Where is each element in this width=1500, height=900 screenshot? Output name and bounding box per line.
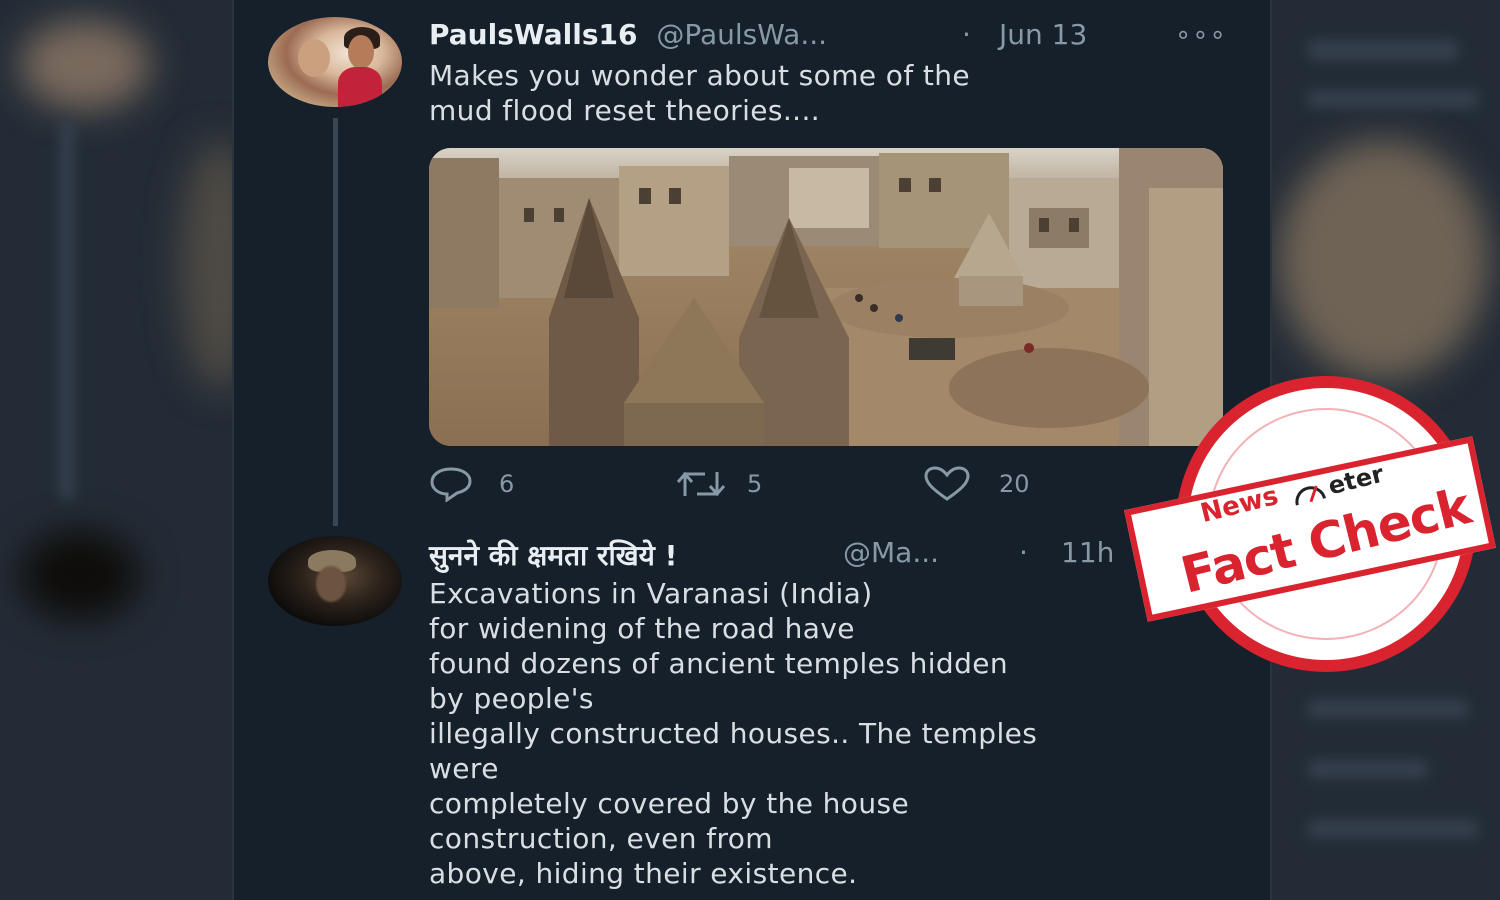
avatar-clothing xyxy=(338,67,382,107)
tweet-text-line: Makes you wonder about some of the xyxy=(429,59,971,92)
blurred-image xyxy=(1278,140,1488,380)
display-name[interactable]: सुनने की क्षमता रखिये ! xyxy=(429,539,677,572)
tweet-text-line: illegally constructed houses.. The templ… xyxy=(429,717,1038,750)
tweet-text-line: above, hiding their existence. xyxy=(429,857,858,890)
heart-icon xyxy=(924,466,970,501)
avatar[interactable] xyxy=(268,536,402,626)
reply-icon xyxy=(430,467,472,502)
tweet-text: Excavations in Varanasi (India) for wide… xyxy=(429,576,1037,891)
tweet-text-line: Excavations in Varanasi (India) xyxy=(429,577,873,610)
tweet-image[interactable] xyxy=(429,148,1223,446)
tweet-text-line: mud flood reset theories.... xyxy=(429,94,821,127)
like-count: 20 xyxy=(999,470,1030,498)
background-left xyxy=(0,0,232,900)
avatar-person xyxy=(298,39,330,77)
avatar-person xyxy=(348,35,374,69)
avatar-person xyxy=(316,566,346,602)
display-name[interactable]: PaulsWalls16 xyxy=(429,18,637,51)
tweet-header: PaulsWalls16 @PaulsWa... · Jun 13 ∘∘∘ xyxy=(429,18,1229,58)
temples-excavation-photo xyxy=(429,148,1223,446)
tweet-text-line: by people's xyxy=(429,682,594,715)
blurred-text xyxy=(1308,90,1478,108)
tweet-actions: 6 5 20 xyxy=(429,462,1229,506)
tweet-text-line: for widening of the road have xyxy=(429,612,855,645)
tweet-text-line: found dozens of ancient temples hidden xyxy=(429,647,1009,680)
tweet-text: Makes you wonder about some of the mud f… xyxy=(429,58,970,128)
tweet-header: सुनने की क्षमता रखिये ! @Ma... · 11h xyxy=(429,536,1229,576)
separator: · xyxy=(1019,536,1028,569)
tweet-date[interactable]: 11h xyxy=(1061,536,1114,569)
separator: · xyxy=(962,18,971,51)
tweet-text-line: construction, even from xyxy=(429,822,773,855)
retweet-button[interactable]: 5 xyxy=(675,462,762,506)
blurred-avatar xyxy=(20,20,150,110)
tweet-thread-panel: PaulsWalls16 @PaulsWa... · Jun 13 ∘∘∘ Ma… xyxy=(232,0,1272,900)
thread-line xyxy=(333,118,338,526)
reply-count: 6 xyxy=(499,470,515,498)
tweet-date[interactable]: Jun 13 xyxy=(999,18,1087,51)
retweet-count: 5 xyxy=(747,470,763,498)
user-handle[interactable]: @PaulsWa... xyxy=(656,18,827,51)
user-handle[interactable]: @Ma... xyxy=(843,536,939,569)
tweet-text-line: were xyxy=(429,752,499,785)
avatar[interactable] xyxy=(268,17,402,107)
like-button[interactable]: 20 xyxy=(923,462,1030,506)
blurred-text xyxy=(1308,760,1428,778)
reply-button[interactable]: 6 xyxy=(429,462,514,506)
fact-check-stamp: News eter Fact Check xyxy=(1124,376,1500,676)
blurred-text xyxy=(1308,700,1468,718)
tweet-text-line: completely covered by the house xyxy=(429,787,910,820)
more-options-icon[interactable]: ∘∘∘ xyxy=(1175,20,1227,50)
blurred-thread-line xyxy=(60,120,74,500)
blurred-image xyxy=(180,140,232,390)
blurred-text xyxy=(1308,40,1458,60)
blurred-avatar xyxy=(20,530,140,620)
retweet-icon xyxy=(676,471,726,497)
blurred-text xyxy=(1308,820,1478,838)
